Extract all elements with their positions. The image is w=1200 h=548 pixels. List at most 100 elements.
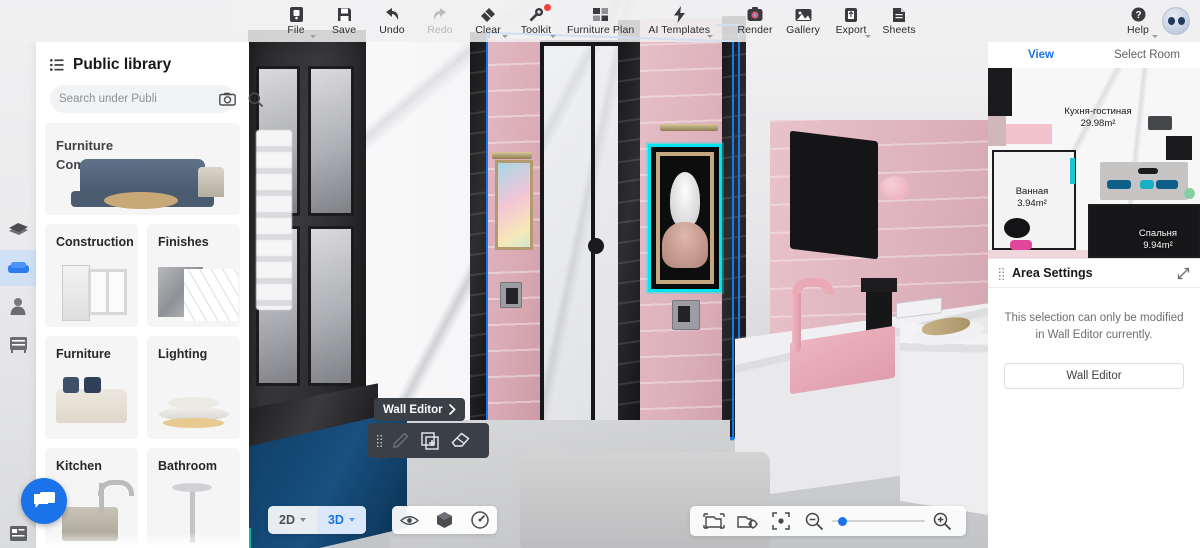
zoom-out-icon[interactable]	[798, 506, 829, 536]
library-card-lighting[interactable]: Lighting	[147, 336, 240, 439]
library-card-furniture[interactable]: Furniture	[45, 336, 138, 439]
drag-handle-icon[interactable]	[998, 266, 1005, 280]
eye-visibility-icon[interactable]	[396, 506, 424, 534]
framed-picture-selected[interactable]	[648, 144, 722, 292]
toolbar-button-render[interactable]: Render	[731, 0, 779, 42]
pendant-lamp-thumb	[147, 373, 240, 435]
pink-faucet	[792, 278, 834, 352]
minimap-block-l1	[988, 116, 1006, 146]
undo-icon	[383, 6, 401, 23]
library-search-box[interactable]	[50, 85, 263, 113]
avatar-eyes	[1167, 17, 1185, 25]
camera-settings-icon[interactable]	[731, 506, 762, 536]
toolbar-label-undo: Undo	[379, 24, 405, 36]
mode-2d-tab[interactable]: 2D	[268, 506, 317, 534]
chevron-down-icon	[348, 518, 355, 522]
minimap-plant	[1184, 188, 1195, 199]
chevron-down-icon	[299, 518, 306, 522]
search-icon[interactable]	[248, 92, 263, 107]
toolbar-button-ai-templates[interactable]: AI Templates	[641, 0, 717, 42]
drag-handle-icon[interactable]	[376, 434, 383, 447]
camera-add-icon[interactable]	[698, 506, 729, 536]
toolbar-button-sheets[interactable]: Sheets	[875, 0, 923, 42]
minimap-bath-fixture	[1004, 218, 1030, 238]
gallery-icon	[795, 6, 812, 23]
rail-item-appliances[interactable]	[0, 326, 36, 362]
view-options-bar	[392, 506, 497, 534]
rail-item-people[interactable]	[0, 288, 36, 324]
list-menu-icon[interactable]	[50, 59, 64, 71]
left-rail	[0, 42, 36, 548]
zoom-in-icon[interactable]	[927, 506, 958, 536]
library-card-bathroom[interactable]: Bathroom	[147, 448, 240, 548]
camera-search-icon[interactable]	[219, 92, 236, 106]
wall-editor-button[interactable]: Wall Editor	[1004, 362, 1184, 389]
ai-assistant-avatar[interactable]	[1162, 7, 1190, 35]
zoom-slider[interactable]	[831, 506, 925, 536]
minimap[interactable]: Ванная 3.94m² Кухня-гостиная 29.98m² Спаль…	[988, 68, 1200, 258]
rail-item-layers[interactable]	[0, 525, 36, 542]
dimension-mode-bar: 2D 3D	[268, 506, 366, 534]
toolbar-button-gallery[interactable]: Gallery	[779, 0, 827, 42]
chevron-down-icon	[550, 35, 556, 38]
search-input[interactable]	[59, 93, 213, 105]
svg-text:?: ?	[1135, 10, 1141, 21]
expand-icon[interactable]	[1177, 267, 1190, 280]
library-card-construction[interactable]: Construction	[45, 224, 138, 327]
eraser-icon[interactable]	[447, 428, 473, 454]
decor-sphere	[880, 176, 910, 200]
top-toolbar: File Save Undo Redo Clear Toolkit Furnit…	[0, 0, 1200, 42]
toolbar-label-help: Help	[1127, 24, 1149, 36]
area-settings-panel: Area Settings This selection can only be…	[988, 258, 1200, 548]
file-icon	[289, 6, 304, 23]
zoom-slider-knob[interactable]	[837, 516, 847, 526]
toolbar-button-export[interactable]: Export	[827, 0, 875, 42]
furniture-plan-icon	[592, 6, 609, 23]
speedometer-icon[interactable]	[466, 506, 494, 534]
toolbar-label-furniture-plan: Furniture Plan	[567, 24, 635, 36]
toolbar-button-help[interactable]: ? Help	[1114, 0, 1162, 42]
tab-view[interactable]: View	[988, 49, 1094, 61]
layers-icon	[9, 525, 28, 542]
toolbar-button-redo[interactable]: Redo	[416, 0, 464, 42]
context-toolbar	[368, 423, 489, 458]
toolbar-button-toolkit[interactable]: Toolkit	[512, 0, 560, 42]
wrench-icon	[528, 6, 544, 23]
toolbar-label-sheets: Sheets	[882, 24, 916, 36]
toolbar-button-furniture-plan[interactable]: Furniture Plan	[560, 0, 641, 42]
save-icon	[337, 6, 352, 23]
chevron-down-icon	[310, 35, 316, 38]
chat-bubble-button[interactable]	[21, 478, 67, 524]
mode-3d-tab[interactable]: 3D	[316, 506, 366, 534]
duplicate-icon[interactable]	[417, 428, 443, 454]
minimap-appliance	[1148, 116, 1172, 130]
wall-sconce-left	[492, 152, 532, 159]
toolbar-button-file[interactable]: File	[272, 0, 320, 42]
rail-item-furniture[interactable]	[0, 250, 36, 286]
card-title: Bathroom	[158, 459, 218, 473]
toolbar-label-save: Save	[331, 24, 357, 36]
question-mark-icon: ?	[1131, 6, 1146, 23]
toolbar-label-export: Export	[835, 24, 867, 36]
library-card-furniture-combinations[interactable]: Furniture Combinations	[45, 123, 240, 215]
mode-3d-label: 3D	[327, 513, 344, 527]
rail-item-materials[interactable]	[0, 212, 36, 248]
redo-icon	[431, 6, 449, 23]
couch-thumb	[45, 373, 138, 435]
pencil-icon[interactable]	[387, 428, 413, 454]
sheets-icon	[892, 6, 907, 23]
toolbar-button-undo[interactable]: Undo	[368, 0, 416, 42]
toolbar-label-ai-templates: AI Templates	[648, 24, 711, 36]
cube-3d-icon[interactable]	[431, 506, 459, 534]
focus-target-icon[interactable]	[765, 506, 796, 536]
minimap-label-bedroom: Спальня 9.94m²	[1138, 228, 1178, 251]
library-card-finishes[interactable]: Finishes	[147, 224, 240, 327]
mode-2d-label: 2D	[279, 513, 295, 527]
context-wall-editor-label[interactable]: Wall Editor	[374, 398, 465, 421]
toolbar-button-clear[interactable]: Clear	[464, 0, 512, 42]
toolbar-items: File Save Undo Redo Clear Toolkit Furnit…	[272, 0, 923, 42]
toolbar-button-save[interactable]: Save	[320, 0, 368, 42]
card-title: Kitchen	[56, 459, 102, 473]
tab-select-room[interactable]: Select Room	[1094, 49, 1200, 61]
library-category-list[interactable]: Furniture Combinations Construction Fini…	[36, 123, 249, 548]
